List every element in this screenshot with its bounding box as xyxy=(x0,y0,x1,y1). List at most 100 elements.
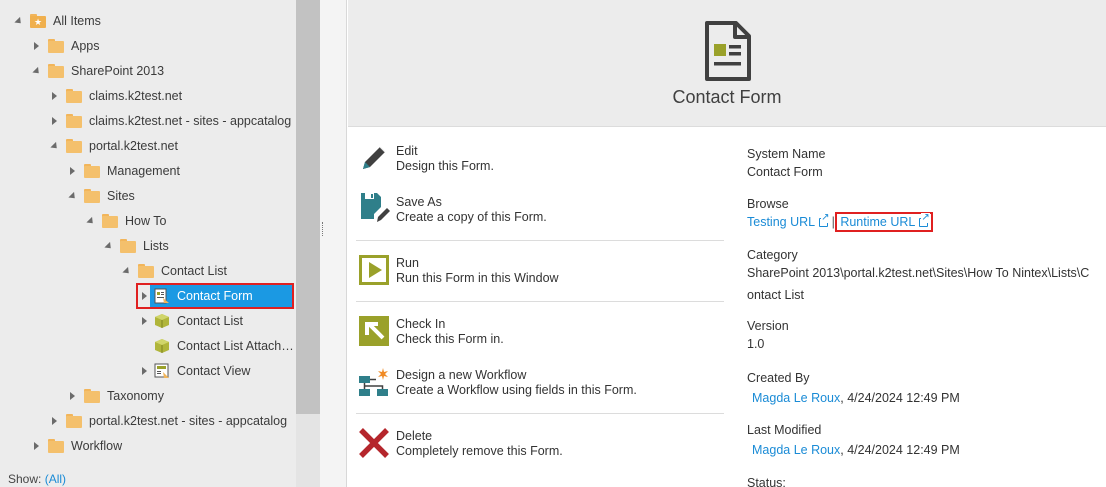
tree-item-contact-view[interactable]: Contact View xyxy=(138,360,253,382)
edit-action[interactable]: Edit Design this Form. xyxy=(356,140,724,190)
action-name: Edit xyxy=(396,144,418,158)
expand-arrow-icon[interactable] xyxy=(102,235,114,257)
browse-label: Browse xyxy=(747,197,789,211)
tree-item-sites[interactable]: Sites xyxy=(66,185,138,207)
tree-item-label: SharePoint 2013 xyxy=(71,64,165,78)
expand-arrow-icon[interactable] xyxy=(12,10,24,32)
collapse-arrow-icon[interactable] xyxy=(48,85,60,107)
collapse-arrow-icon[interactable] xyxy=(66,385,78,407)
tree-item-contact-list-folder[interactable]: Contact List xyxy=(120,260,230,282)
tree-item-lists[interactable]: Lists xyxy=(102,235,172,257)
action-desc: Run this Form in this Window xyxy=(396,271,559,285)
last-modified-section: Last Modified Magda Le Roux, 4/24/2024 1… xyxy=(747,421,1097,459)
tree-item-workflow[interactable]: Workflow xyxy=(30,435,125,457)
tree-item-claims[interactable]: claims.k2test.net xyxy=(48,85,185,107)
delete-action[interactable]: Delete Completely remove this Form. xyxy=(356,425,724,475)
tree-item-apps[interactable]: Apps xyxy=(30,35,103,57)
folder-icon xyxy=(66,138,82,154)
detail-header: Contact Form xyxy=(348,0,1106,127)
testing-url-link[interactable]: Testing URL xyxy=(747,213,830,229)
divider xyxy=(356,413,724,414)
design-workflow-action[interactable]: Design a new Workflow Create a Workflow … xyxy=(356,364,724,414)
folder-icon xyxy=(84,188,100,204)
tree-item-portal-appcatalog[interactable]: portal.k2test.net - sites - appcatalog xyxy=(48,410,290,432)
tree-item-label: Apps xyxy=(71,39,100,53)
collapse-arrow-icon[interactable] xyxy=(48,110,60,132)
system-name-section: System Name Contact Form xyxy=(747,145,1097,181)
tree-item-label: Contact List Attach… xyxy=(177,339,294,353)
collapse-arrow-icon[interactable] xyxy=(66,160,78,182)
folder-icon xyxy=(48,63,64,79)
tree-item-all-items[interactable]: ★ All Items xyxy=(12,10,104,32)
expand-arrow-icon[interactable] xyxy=(48,135,60,157)
tree-item-how-to[interactable]: How To xyxy=(84,210,169,232)
browse-section: Browse Testing URL | Runtime URL xyxy=(747,195,1097,232)
tree-item-management[interactable]: Management xyxy=(66,160,183,182)
last-modified-value: Magda Le Roux, 4/24/2024 12:49 PM xyxy=(747,441,1097,459)
action-name: Save As xyxy=(396,195,442,209)
save-as-icon xyxy=(361,193,390,222)
folder-icon xyxy=(66,88,82,104)
tree-item-label: Management xyxy=(107,164,180,178)
action-desc: Completely remove this Form. xyxy=(396,444,563,458)
tree-item-label: Contact View xyxy=(177,364,251,378)
expand-arrow-icon[interactable] xyxy=(84,210,96,232)
collapse-arrow-icon[interactable] xyxy=(30,435,42,457)
folder-icon xyxy=(138,263,154,279)
last-modified-label: Last Modified xyxy=(747,423,822,437)
created-by-label: Created By xyxy=(747,371,810,385)
folder-icon xyxy=(120,238,136,254)
save-as-action[interactable]: Save As Create a copy of this Form. xyxy=(356,191,724,241)
tree-item-label: How To xyxy=(125,214,167,228)
action-desc: Design this Form. xyxy=(396,159,494,173)
tree-item-sharepoint-2013[interactable]: SharePoint 2013 xyxy=(30,60,167,82)
check-in-action[interactable]: Check In Check this Form in. xyxy=(356,313,724,363)
expand-arrow-icon[interactable] xyxy=(120,260,132,282)
workflow-icon xyxy=(359,368,388,396)
splitter-grip-icon[interactable] xyxy=(322,222,324,236)
tree-item-label: Sites xyxy=(107,189,135,203)
browse-links: Testing URL | Runtime URL xyxy=(747,212,1097,232)
created-by-user-link[interactable]: Magda Le Roux xyxy=(752,391,840,405)
delete-icon xyxy=(359,428,389,458)
form-document-icon xyxy=(705,21,751,81)
tree-item-portal[interactable]: portal.k2test.net xyxy=(48,135,181,157)
tree-item-claims-appcatalog[interactable]: claims.k2test.net - sites - appcatalog xyxy=(48,110,294,132)
tree-item-contact-list-smo[interactable]: Contact List xyxy=(138,310,246,332)
show-filter-link[interactable]: (All) xyxy=(45,472,66,486)
modified-by-user-link[interactable]: Magda Le Roux xyxy=(752,443,840,457)
runtime-url-link[interactable]: Runtime URL xyxy=(835,212,934,232)
tree-item-contact-form[interactable]: Contact Form xyxy=(136,283,294,309)
collapse-arrow-icon[interactable] xyxy=(48,410,60,432)
panel-splitter[interactable] xyxy=(320,0,347,487)
check-in-icon xyxy=(359,316,389,346)
tree-item-label: Contact List xyxy=(161,264,228,278)
collapse-arrow-icon[interactable] xyxy=(138,310,150,332)
folder-icon xyxy=(66,413,82,429)
created-by-value: Magda Le Roux, 4/24/2024 12:49 PM xyxy=(747,389,1097,407)
collapse-arrow-icon[interactable] xyxy=(30,35,42,57)
tree-item-label: Contact List xyxy=(177,314,244,328)
category-section: Category SharePoint 2013\portal.k2test.n… xyxy=(747,246,1097,304)
action-name: Run xyxy=(396,256,419,270)
category-label: Category xyxy=(747,248,798,262)
folder-icon xyxy=(48,38,64,54)
tree-item-label: All Items xyxy=(53,14,101,28)
run-action[interactable]: Run Run this Form in this Window xyxy=(356,252,724,302)
expand-arrow-icon[interactable] xyxy=(30,60,42,82)
external-link-icon xyxy=(819,213,830,227)
system-name-value: Contact Form xyxy=(747,165,823,179)
tree-item-label: Taxonomy xyxy=(107,389,164,403)
divider xyxy=(356,240,724,241)
category-value-line2: ontact List xyxy=(747,288,804,302)
tree-scrollbar-thumb[interactable] xyxy=(296,0,320,414)
tree-item-label: Lists xyxy=(143,239,169,253)
collapse-arrow-icon[interactable] xyxy=(138,360,150,382)
tree-item-contact-list-attach[interactable]: Contact List Attach… xyxy=(138,335,296,357)
tree-panel: ★ All Items Apps SharePoint 2013 claims.… xyxy=(0,0,296,487)
collapse-arrow-icon[interactable] xyxy=(138,285,150,307)
folder-star-icon: ★ xyxy=(30,13,46,29)
link-separator: | xyxy=(831,215,835,229)
tree-item-taxonomy[interactable]: Taxonomy xyxy=(66,385,167,407)
expand-arrow-icon[interactable] xyxy=(66,185,78,207)
